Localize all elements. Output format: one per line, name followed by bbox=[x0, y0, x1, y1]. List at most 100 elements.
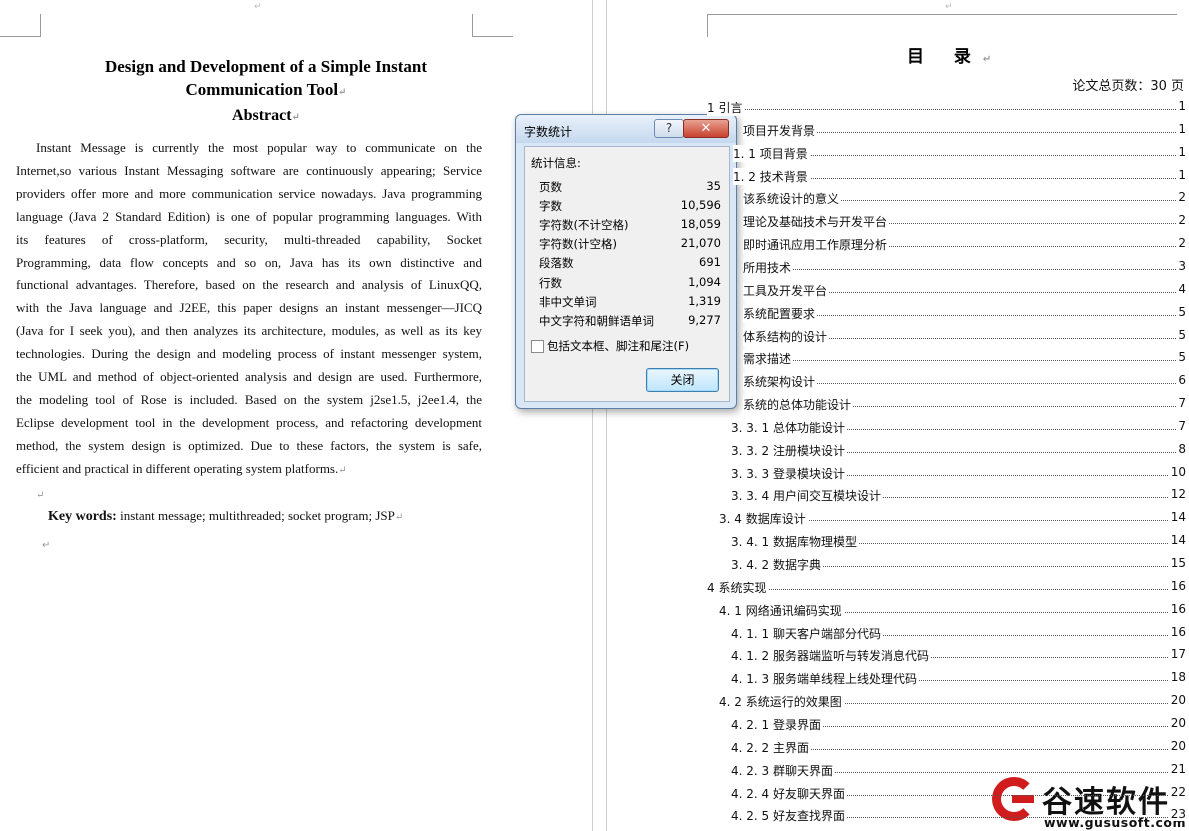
toc-page-number: 4 bbox=[1176, 281, 1186, 296]
stat-label: 字符数(计空格) bbox=[539, 237, 617, 252]
toc-page-number: 1 bbox=[1176, 144, 1186, 159]
toc-entry[interactable]: 3. 3. 1 总体功能设计 7 bbox=[607, 416, 1189, 438]
help-button[interactable]: ? bbox=[654, 119, 684, 138]
toc-entry[interactable]: 4. 1. 1 聊天客户端部分代码 16 bbox=[607, 622, 1189, 644]
toc-entry-text: 系统架构设计 bbox=[743, 373, 818, 391]
toc-entry[interactable]: 4. 2 系统运行的效果图 20 bbox=[607, 690, 1189, 712]
toc-entry-text: 该系统设计的意义 bbox=[743, 190, 842, 208]
toc-page-number: 7 bbox=[1176, 418, 1186, 433]
page-top-mark: ↵ bbox=[254, 2, 262, 12]
abstract-line: Eclipse development tool in the developm… bbox=[16, 414, 482, 430]
toc-entry[interactable]: 4. 1. 2 服务器端监听与转发消息代码 17 bbox=[607, 644, 1189, 666]
toc-entry-text: 4. 1. 1 聊天客户端部分代码 bbox=[731, 624, 883, 642]
toc-page-number: 1 bbox=[1176, 121, 1186, 136]
dialog-title: 字数统计 bbox=[524, 125, 573, 139]
toc-entry-text: 系统的总体功能设计 bbox=[743, 396, 854, 414]
close-button[interactable]: 关闭 bbox=[646, 368, 719, 392]
toc-page-number: 20 bbox=[1168, 715, 1186, 730]
margin-corner-mark bbox=[707, 14, 738, 37]
toc-entry-text: 4. 1. 2 服务器端监听与转发消息代码 bbox=[731, 647, 931, 665]
stat-value: 35 bbox=[706, 179, 721, 193]
abstract-line-last: efficient and practical in different ope… bbox=[16, 460, 347, 476]
include-textboxes-checkbox[interactable] bbox=[531, 340, 544, 353]
toc-entry[interactable]: 3. 4. 2 数据字典 15 bbox=[607, 553, 1189, 575]
toc-page-number: 15 bbox=[1168, 556, 1186, 570]
abstract-line: with the Java language and J2EE, this pa… bbox=[16, 300, 482, 316]
stat-label: 字符数(不计空格) bbox=[539, 218, 629, 233]
toc-entry[interactable]: 4. 1 网络通讯编码实现 16 bbox=[607, 599, 1189, 621]
toc-entry[interactable]: 4. 1. 3 服务端单线程上线处理代码 18 bbox=[607, 667, 1189, 689]
toc-entry-text: 1 引言 bbox=[707, 99, 745, 116]
toc-entry[interactable]: 4. 2. 1 登录界面 20 bbox=[607, 713, 1189, 735]
toc-entry-text: 4. 2 系统运行的效果图 bbox=[719, 693, 844, 711]
site-watermark: 谷速软件 www.gususoft.com bbox=[990, 775, 1189, 831]
toc-entry-text: 系统配置要求 bbox=[743, 304, 818, 322]
keywords-label: Key words: bbox=[48, 509, 117, 524]
toc-page-number: 2 bbox=[1176, 213, 1186, 228]
toc-page-number: 23 bbox=[1168, 807, 1186, 822]
toc-page-number: 5 bbox=[1176, 350, 1186, 365]
toc-entry-text: 项目开发背景 bbox=[743, 121, 818, 139]
toc-page-number: 16 bbox=[1168, 601, 1186, 616]
toc-entry-text: 需求描述 bbox=[743, 350, 794, 368]
toc-page-number: 20 bbox=[1168, 738, 1186, 753]
toc-entry-text: 3. 3. 4 用户间交互模块设计 bbox=[731, 487, 883, 505]
toc-page-number: 3 bbox=[1176, 258, 1186, 273]
toc-entry[interactable]: 3. 3. 4 用户间交互模块设计 12 bbox=[607, 484, 1189, 506]
stat-row: 行数 1,094 bbox=[539, 275, 721, 294]
abstract-line: providers offer more and more communicat… bbox=[16, 185, 482, 201]
toc-entry[interactable]: 3. 4 数据库设计 14 bbox=[607, 507, 1189, 529]
stat-label: 非中文单词 bbox=[539, 294, 597, 309]
dialog-titlebar[interactable]: 字数统计 ? ✕ bbox=[516, 115, 736, 143]
empty-paragraph: ↵ bbox=[36, 489, 45, 501]
toc-entry-text: 理论及基础技术与开发平台 bbox=[743, 213, 890, 231]
toc-page-number: 1 bbox=[1176, 99, 1186, 113]
stat-value: 9,277 bbox=[688, 312, 721, 327]
abstract-line: Programming, data flow concepts and so o… bbox=[16, 254, 482, 270]
keywords-value: instant message; multithreaded; socket p… bbox=[120, 508, 395, 523]
toc-page-number: 6 bbox=[1176, 373, 1186, 388]
toc-page-number: 5 bbox=[1176, 304, 1186, 319]
keywords-line: Key words: instant message; multithreade… bbox=[48, 508, 404, 524]
toc-page-number: 21 bbox=[1168, 761, 1186, 776]
toc-entry-text: 1. 2 技术背景 bbox=[733, 167, 810, 185]
toc-page-number: 8 bbox=[1176, 441, 1186, 456]
close-icon[interactable]: ✕ bbox=[683, 119, 729, 138]
stat-value: 1,319 bbox=[688, 293, 721, 308]
toc-leader-dots bbox=[707, 588, 1176, 590]
toc-leader-dots bbox=[743, 360, 1176, 362]
toc-entry[interactable]: 3. 3. 3 登录模块设计 10 bbox=[607, 462, 1189, 484]
paper-title-line: Communication Tool↵ bbox=[185, 80, 347, 99]
toc-page-number: 2 bbox=[1176, 236, 1186, 251]
abstract-line: the modeling tool of Rose is included. B… bbox=[16, 391, 482, 407]
toc-entry-text: 工具及开发平台 bbox=[743, 281, 830, 299]
toc-entry[interactable]: 3. 3. 2 注册模块设计 8 bbox=[607, 439, 1189, 461]
toc-entry[interactable]: 4. 2. 2 主界面 20 bbox=[607, 736, 1189, 758]
toc-entry-text: 4. 2. 4 好友聊天界面 bbox=[731, 784, 847, 802]
stats-label: 统计信息: bbox=[531, 156, 581, 170]
total-pages-text: 论文总页数：30 页 bbox=[1072, 79, 1184, 94]
toc-entry[interactable]: 3. 4. 1 数据库物理模型 14 bbox=[607, 530, 1189, 552]
toc-entry[interactable]: 4 系统实现 16 bbox=[607, 576, 1189, 598]
toc-entry-text: 4. 2. 5 好友查找界面 bbox=[731, 807, 847, 825]
abstract-line: technologies. During the design and mode… bbox=[16, 346, 482, 362]
dialog-body: 统计信息: 页数 35 字数 10,596 字符数(不计空格) 18,059 字符数(计空格… bbox=[524, 146, 730, 402]
toc-entry-text: 体系结构的设计 bbox=[743, 327, 830, 345]
toc-entry-text: 3. 4. 1 数据库物理模型 bbox=[731, 533, 859, 551]
abstract-line: the UML and method of object-oriented an… bbox=[16, 369, 482, 385]
toc-entry-text: 所用技术 bbox=[743, 258, 794, 276]
toc-leader-dots bbox=[743, 268, 1176, 270]
toc-page-number: 22 bbox=[1168, 784, 1186, 799]
toc-page-number: 7 bbox=[1176, 396, 1186, 411]
abstract-line: Instant Message is currently the most po… bbox=[36, 140, 482, 155]
include-textboxes-label[interactable]: 包括文本框、脚注和尾注(F) bbox=[547, 338, 689, 354]
toc-page-number: 2 bbox=[1176, 190, 1186, 205]
word-count-dialog: 字数统计 ? ✕ 统计信息: 页数 35 字数 10,596 字符数(不计空格) 18,0… bbox=[515, 114, 737, 409]
toc-title: 目 录↵ bbox=[907, 47, 992, 67]
toc-entry-text: 3. 3. 3 登录模块设计 bbox=[731, 464, 847, 482]
abstract-line: method, the system design is optimized. … bbox=[16, 437, 482, 453]
stat-label: 页数 bbox=[539, 180, 562, 194]
toc-page-number: 14 bbox=[1168, 533, 1186, 548]
toc-page-number: 5 bbox=[1176, 327, 1186, 342]
stat-row: 页数 35 bbox=[539, 179, 721, 198]
